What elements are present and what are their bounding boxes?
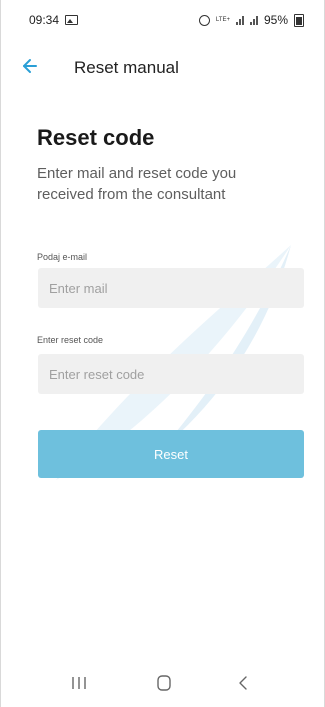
status-time: 09:34 [29, 13, 60, 27]
status-left: 09:34 [29, 13, 79, 27]
lte-icon: LTE+ [215, 17, 230, 23]
recents-button[interactable] [64, 671, 94, 695]
battery-percent: 95% [263, 13, 288, 27]
status-bar: 09:34 LTE+ 95% [1, 0, 324, 40]
app-bar: Reset manual [1, 52, 324, 84]
email-label: Podaj e-mail [37, 252, 88, 262]
home-icon [157, 675, 171, 691]
reset-button[interactable]: Reset [38, 430, 304, 478]
reset-code-label: Enter reset code [37, 335, 104, 345]
status-right: LTE+ 95% [198, 13, 304, 27]
phone-screen: 09:34 LTE+ 95% Reset manual Reset code E… [0, 0, 325, 707]
alarm-icon [198, 14, 210, 26]
reset-code-field[interactable] [38, 354, 304, 394]
chevron-left-icon [239, 676, 247, 690]
recents-icon [72, 677, 86, 689]
arrow-left-icon [23, 59, 37, 73]
page-title: Reset code [37, 125, 155, 150]
image-notification-icon [65, 15, 79, 25]
signal-icon [235, 15, 244, 25]
signal-icon-2 [249, 15, 258, 25]
system-nav-bar [1, 659, 324, 707]
email-field[interactable] [38, 268, 304, 308]
home-button[interactable] [149, 671, 179, 695]
system-back-button[interactable] [229, 671, 259, 695]
page-subtitle: Enter mail and reset code you received f… [37, 165, 237, 203]
app-title: Reset manual [74, 58, 179, 77]
battery-icon [294, 13, 304, 27]
back-button[interactable] [19, 54, 47, 82]
